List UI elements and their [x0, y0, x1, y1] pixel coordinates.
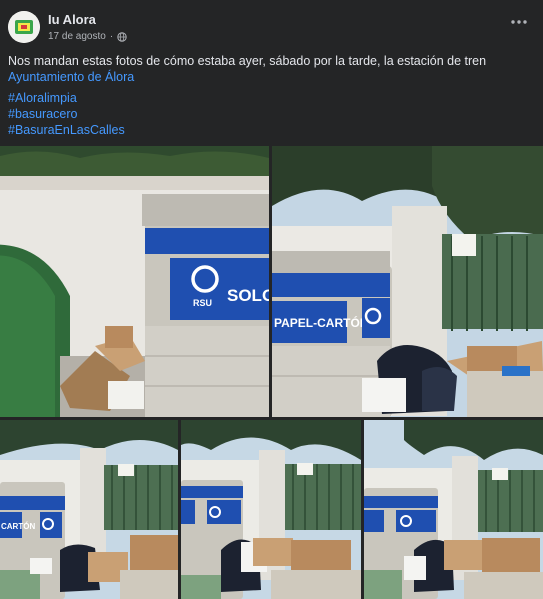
- meta-separator: ·: [109, 31, 114, 42]
- post-header: Iu Alora 17 de agosto ·: [0, 0, 543, 52]
- post-body: Nos mandan estas fotos de cómo estaba ay…: [8, 54, 487, 68]
- hashtag-list: #Aloralimpia #basuracero #BasuraEnLasCal…: [8, 90, 125, 138]
- hashtag-link[interactable]: #basuracero: [8, 106, 125, 122]
- post-text: Nos mandan estas fotos de cómo estaba ay…: [8, 53, 533, 85]
- rsu-label: RSU: [193, 298, 212, 308]
- post-date[interactable]: 17 de agosto: [48, 31, 106, 42]
- page-avatar[interactable]: [8, 11, 40, 43]
- more-options-icon[interactable]: [509, 14, 529, 30]
- bin-label: PAPEL-CARTÓN: [274, 315, 368, 330]
- post-meta: 17 de agosto ·: [48, 31, 127, 42]
- post-photo[interactable]: RSU SOLO P: [0, 146, 269, 417]
- post-photo[interactable]: [364, 420, 543, 599]
- hashtag-link[interactable]: #BasuraEnLasCalles: [8, 122, 125, 138]
- post-photo[interactable]: [181, 420, 361, 599]
- post-photo[interactable]: PAPEL-CARTÓN: [272, 146, 543, 417]
- page-name[interactable]: Iu Alora: [48, 12, 96, 27]
- bin-label: SOLO P: [227, 286, 269, 305]
- mention-link[interactable]: Ayuntamiento de Álora: [8, 69, 533, 85]
- hashtag-link[interactable]: #Aloralimpia: [8, 90, 125, 106]
- globe-icon: [117, 31, 127, 42]
- post-photo[interactable]: CARTÓN: [0, 420, 178, 599]
- bin-label: CARTÓN: [1, 522, 35, 531]
